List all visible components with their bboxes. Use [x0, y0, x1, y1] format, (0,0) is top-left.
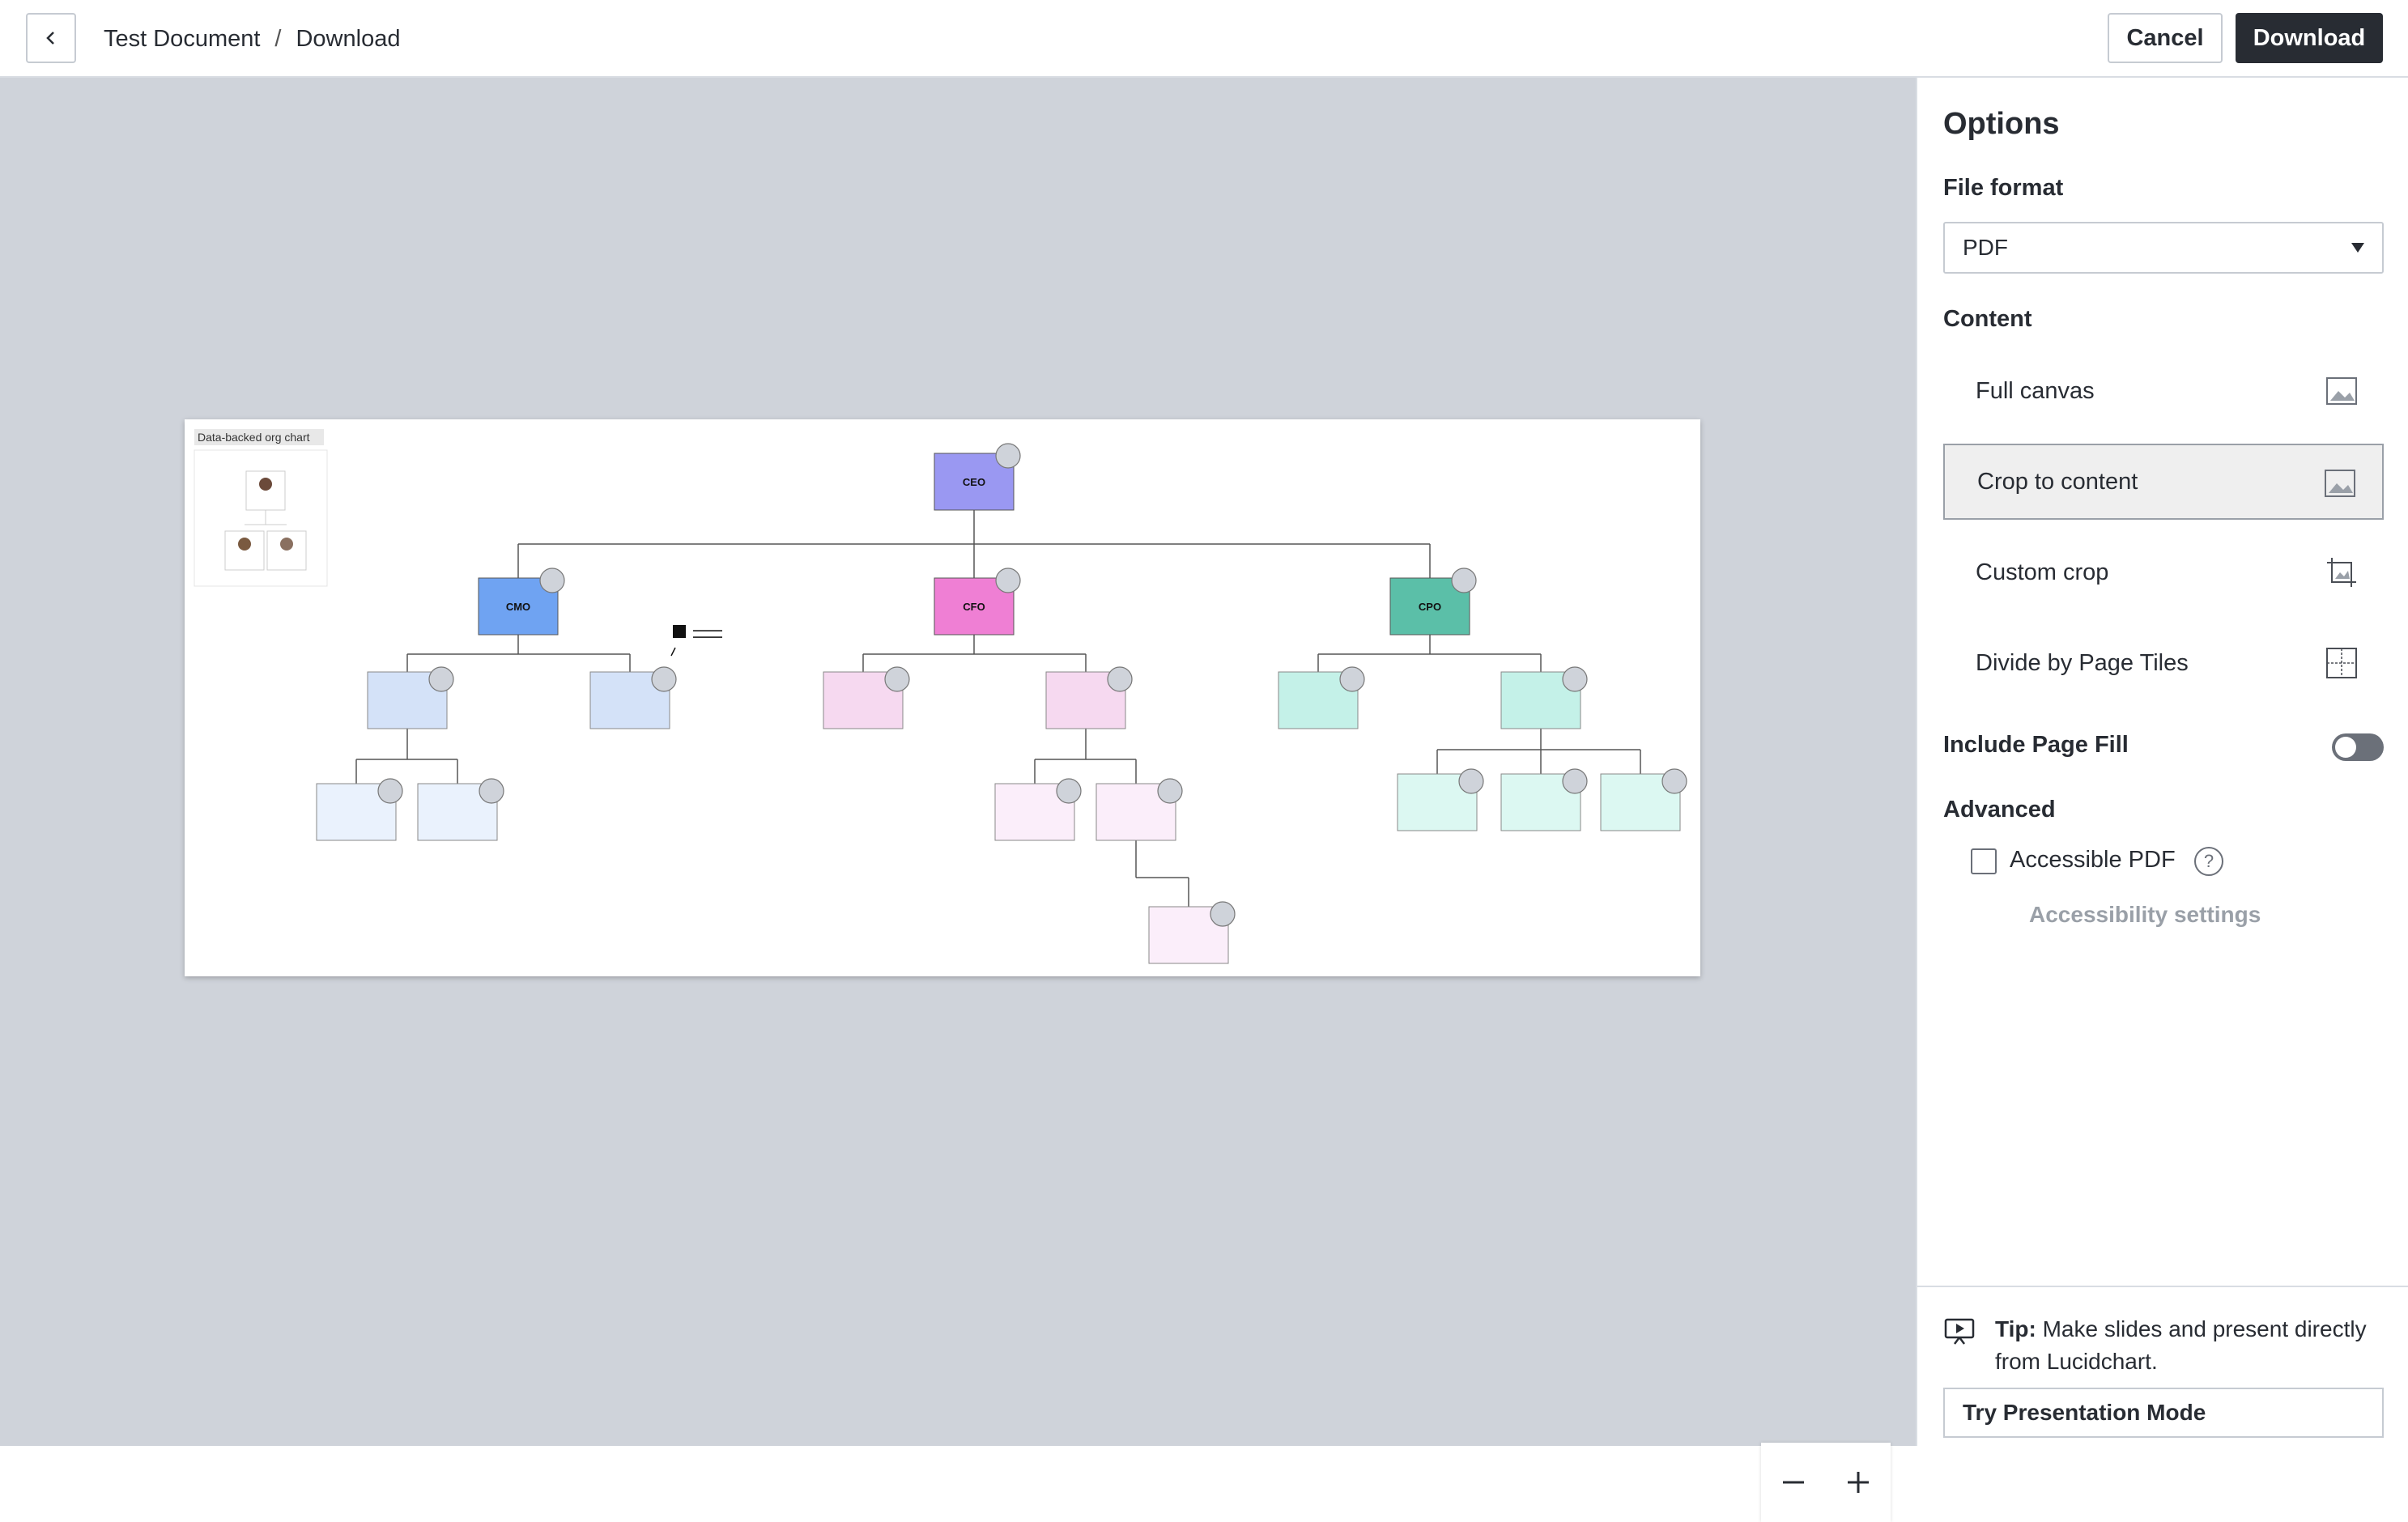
top-bar: Test Document / Download Cancel Download: [0, 0, 2408, 78]
breadcrumb-separator: /: [274, 25, 282, 52]
chevron-left-icon: [46, 32, 54, 45]
tip-box: Tip: Make slides and present directly fr…: [1917, 1286, 2408, 1446]
back-button[interactable]: [26, 13, 76, 63]
image-icon: [2326, 377, 2357, 405]
tip-bold: Tip:: [1995, 1316, 2036, 1341]
crop-icon: [2327, 558, 2356, 587]
content-option-crop-to-content[interactable]: Crop to content: [1943, 444, 2384, 520]
accessible-pdf-checkbox[interactable]: [1971, 848, 1997, 874]
zoom-in-button[interactable]: [1834, 1458, 1883, 1507]
advanced-label: Advanced: [1943, 797, 2056, 823]
accessible-pdf-label[interactable]: Accessible PDF: [2010, 847, 2176, 874]
presentation-icon: [1944, 1318, 1975, 1345]
zoom-controls: [1761, 1443, 1891, 1522]
toggle-knob: [2335, 737, 2356, 758]
help-icon[interactable]: ?: [2194, 847, 2223, 876]
cfo-label: CFO: [963, 601, 985, 613]
breadcrumb: Test Document / Download: [104, 0, 400, 78]
zoom-out-button[interactable]: [1769, 1458, 1818, 1507]
options-panel: Options File format PDF Content Full can…: [1916, 78, 2408, 1446]
org-chart-diagram: Data-backed org chart CEO CMO CFO CPO ▬▬…: [194, 429, 1687, 964]
tip-text: Tip: Make slides and present directly fr…: [1995, 1313, 2392, 1378]
content-option-custom-crop[interactable]: Custom crop: [1943, 534, 2384, 610]
caret-down-icon: [2351, 243, 2364, 253]
try-presentation-mode-button[interactable]: Try Presentation Mode: [1943, 1388, 2384, 1438]
include-page-fill-label: Include Page Fill: [1943, 732, 2129, 758]
content-option-label: Crop to content: [1977, 468, 2138, 495]
include-page-fill-toggle[interactable]: [2332, 733, 2384, 761]
image-icon: [2325, 470, 2355, 497]
content-option-page-tiles[interactable]: Divide by Page Tiles: [1943, 625, 2384, 701]
tip-message: Make slides and present directly from Lu…: [1995, 1316, 2367, 1374]
ceo-label: CEO: [963, 476, 985, 488]
cancel-button[interactable]: Cancel: [2108, 13, 2223, 63]
plus-icon: [1848, 1472, 1869, 1493]
content-option-label: Full canvas: [1976, 377, 2095, 404]
thumb-title: Data-backed org chart: [198, 431, 310, 444]
breadcrumb-document[interactable]: Test Document: [104, 26, 260, 53]
download-button[interactable]: Download: [2236, 13, 2383, 63]
file-format-select[interactable]: PDF: [1943, 222, 2384, 274]
panel-title: Options: [1943, 107, 2060, 141]
cmo-label: CMO: [506, 601, 530, 613]
file-format-value: PDF: [1963, 235, 2008, 260]
preview-canvas[interactable]: Data-backed org chart CEO CMO CFO CPO ▬▬…: [0, 78, 1916, 1522]
content-option-full-canvas[interactable]: Full canvas: [1943, 353, 2384, 429]
page-tiles-icon: [2326, 648, 2357, 678]
content-option-label: Custom crop: [1976, 559, 2109, 585]
svg-text:▬▬▬▬▬▬: ▬▬▬▬▬▬: [693, 635, 722, 640]
content-label: Content: [1943, 306, 2032, 332]
accessibility-settings-link[interactable]: Accessibility settings: [2029, 902, 2261, 928]
file-format-label: File format: [1943, 175, 2064, 201]
breadcrumb-current: Download: [296, 25, 401, 52]
minus-icon: [1783, 1481, 1804, 1484]
content-option-label: Divide by Page Tiles: [1976, 649, 2189, 676]
document-preview: Data-backed org chart CEO CMO CFO CPO ▬▬…: [185, 419, 1700, 976]
svg-text:▬▬▬▬▬▬: ▬▬▬▬▬▬: [693, 628, 722, 633]
cpo-label: CPO: [1419, 601, 1441, 613]
